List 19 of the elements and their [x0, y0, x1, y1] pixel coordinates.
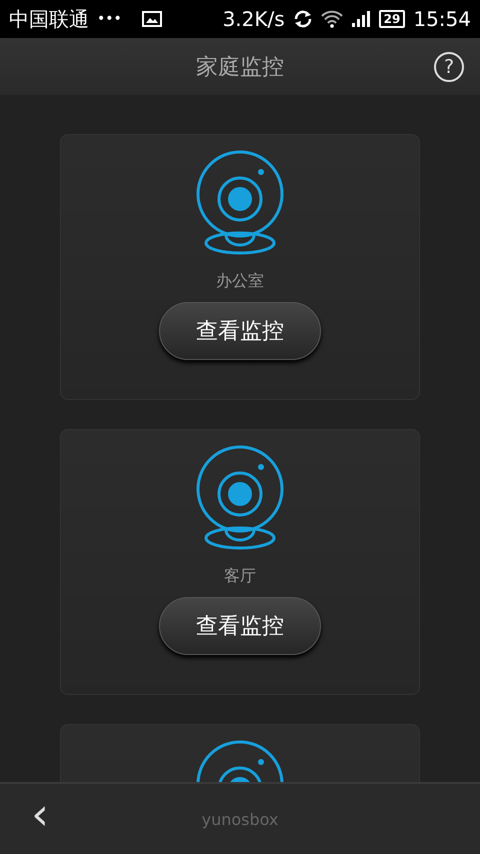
notification-dots: •••: [97, 11, 122, 27]
webcam-icon: [195, 149, 285, 255]
view-monitor-button[interactable]: 查看监控: [159, 302, 321, 360]
clock-time: 15:54: [413, 7, 471, 31]
back-button[interactable]: ‹: [10, 793, 70, 845]
device-name: yunosbox: [202, 810, 278, 828]
camera-location: 办公室: [216, 271, 264, 292]
battery-level: 29: [378, 10, 406, 28]
wifi-icon: [320, 10, 343, 28]
network-speed: 3.2K/s: [222, 7, 285, 31]
sync-icon: [292, 10, 313, 28]
image-icon: [142, 11, 162, 27]
view-monitor-button[interactable]: 查看监控: [159, 597, 321, 655]
page-title: 家庭监控: [196, 54, 284, 82]
webcam-icon: [195, 444, 285, 550]
signal-icon: [350, 10, 371, 28]
carrier-name: 中国联通: [9, 6, 89, 32]
help-button[interactable]: ?: [434, 52, 464, 82]
camera-location: 客厅: [224, 566, 256, 587]
